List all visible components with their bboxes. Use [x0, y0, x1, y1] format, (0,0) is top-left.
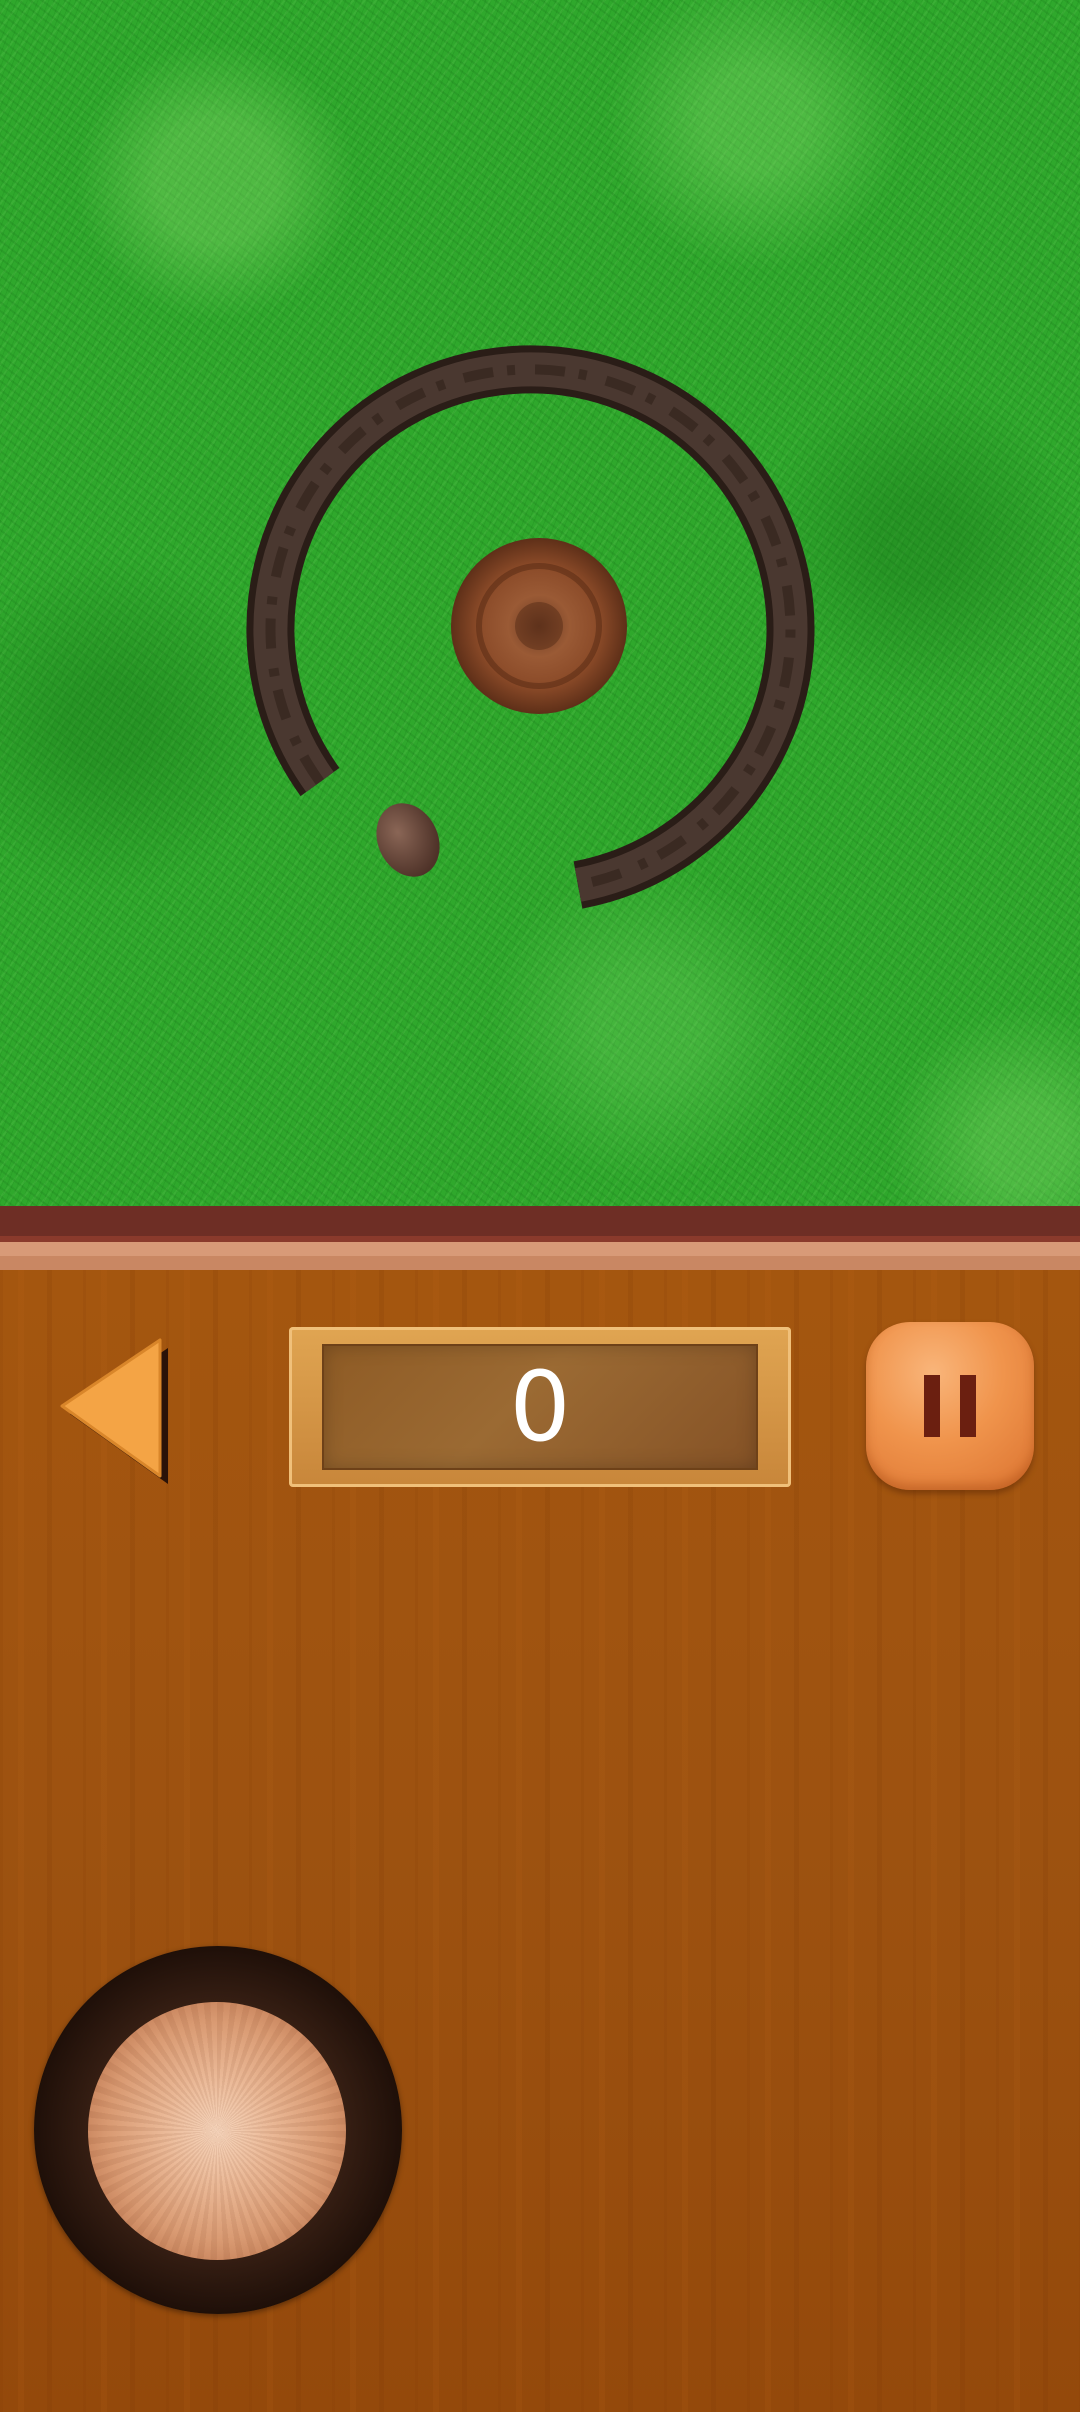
joystick-knob[interactable] — [88, 2002, 346, 2260]
score-panel: 0 — [322, 1344, 758, 1470]
game-screen: 0 — [0, 0, 1080, 2412]
score-value: 0 — [509, 1351, 571, 1463]
rock-obstacle — [376, 803, 440, 877]
panel-trim — [0, 1206, 1080, 1270]
player-ball-core — [515, 602, 563, 650]
pause-bar-left — [924, 1375, 940, 1437]
play-field-graphics — [246, 345, 815, 909]
left-triangle-icon — [60, 1338, 168, 1484]
play-field — [0, 0, 1080, 1206]
back-button[interactable] — [60, 1330, 170, 1490]
score-frame: 0 — [289, 1327, 791, 1487]
pause-bar-right — [960, 1375, 976, 1437]
pause-button[interactable] — [866, 1322, 1034, 1490]
